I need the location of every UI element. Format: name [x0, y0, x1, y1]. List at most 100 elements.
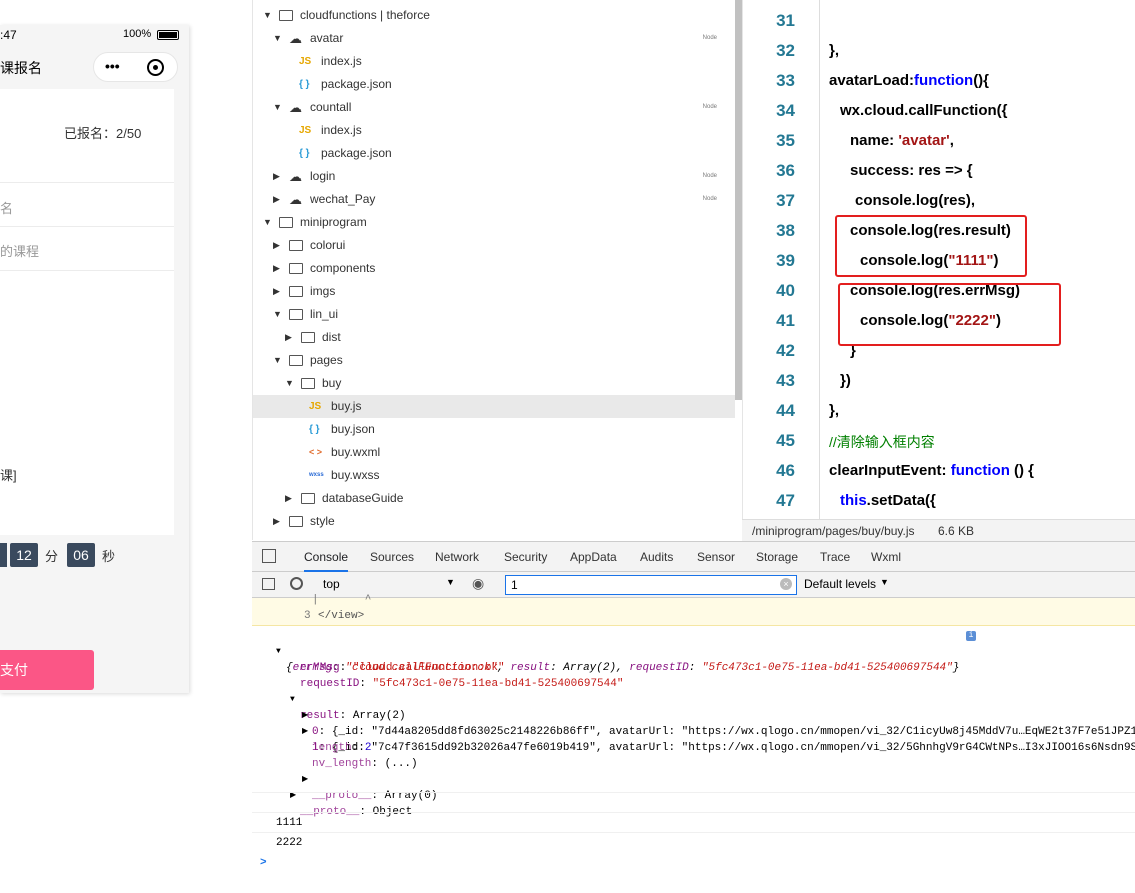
capsule-menu[interactable]: •••: [93, 52, 178, 82]
code-line: }): [840, 372, 851, 389]
tree-item[interactable]: ▼ buy: [253, 372, 735, 395]
chevron-down-icon[interactable]: ▼: [273, 349, 282, 372]
eye-icon[interactable]: ◉: [472, 575, 484, 592]
chevron-down-icon[interactable]: ▼: [273, 96, 282, 119]
js-file-icon: JS: [309, 401, 322, 412]
tree-item[interactable]: wxss buy.wxss: [253, 464, 735, 487]
line-number: 37: [776, 191, 795, 210]
chevron-down-icon[interactable]: ▼: [263, 211, 272, 234]
chevron-down-icon[interactable]: ▼: [273, 27, 282, 50]
chevron-down-icon[interactable]: ▼: [273, 303, 282, 326]
tab-appdata[interactable]: AppData: [570, 542, 617, 572]
clear-filter-icon[interactable]: ×: [780, 578, 792, 590]
tree-item-label: package.json: [321, 77, 392, 91]
cloud-folder-icon: ☁: [289, 31, 302, 46]
divider: [0, 182, 174, 183]
editor-status-bar: /miniprogram/pages/buy/buy.js 6.6 KB: [742, 519, 1135, 541]
tab-audits[interactable]: Audits: [640, 542, 673, 572]
chevron-right-icon[interactable]: ▶: [273, 280, 280, 303]
tree-item-label: components: [310, 261, 376, 275]
tree-item[interactable]: ▶ databaseGuide: [253, 487, 735, 510]
chevron-down-icon[interactable]: ▼: [446, 577, 455, 587]
tree-item[interactable]: JS index.js: [253, 50, 735, 73]
line-number: 40: [776, 281, 795, 300]
tree-item[interactable]: JS buy.js: [253, 395, 735, 418]
context-select[interactable]: top: [323, 577, 340, 591]
devtools-tabbar: Console Sources Network Security AppData Audi…: [252, 542, 1135, 572]
console-prompt[interactable]: >: [252, 832, 1135, 869]
indent-guide: [819, 0, 820, 519]
console-log-line: 1111: [252, 792, 1135, 829]
close-target-icon[interactable]: [147, 59, 164, 76]
tree-item[interactable]: { } package.json: [253, 142, 735, 165]
tree-item[interactable]: ▶ components: [253, 257, 735, 280]
chevron-down-icon[interactable]: ▼: [880, 577, 889, 587]
tree-item-label: wechat_Pay: [310, 192, 376, 206]
code-editor[interactable]: 31 32 33 34 35 36 37 38 39 40 41 42 43 44 45 46 47 }, av…: [742, 0, 1135, 519]
tab-storage[interactable]: Storage: [756, 542, 798, 572]
console-warning: | ^ 3 </view>: [252, 594, 1135, 626]
line-number: 38: [776, 221, 795, 240]
tree-item[interactable]: ▶ dist: [253, 326, 735, 349]
tree-item-label: databaseGuide: [322, 491, 404, 505]
code-line: },: [829, 42, 840, 59]
json-file-icon: { }: [309, 424, 320, 435]
tree-item[interactable]: ▶ imgs: [253, 280, 735, 303]
log-levels-select[interactable]: Default levels: [804, 577, 876, 591]
tree-item[interactable]: ▶ ☁ login Node: [253, 165, 735, 188]
countdown-hour-box: [0, 543, 7, 567]
tree-item[interactable]: { } package.json: [253, 73, 735, 96]
tab-console[interactable]: Console: [304, 542, 349, 572]
sidebar-toggle-icon[interactable]: [262, 578, 275, 590]
tree-item[interactable]: ▼ pages: [253, 349, 735, 372]
node-badge: Node: [702, 104, 717, 110]
clear-console-icon[interactable]: [290, 577, 303, 590]
tab-sensor[interactable]: Sensor: [697, 542, 735, 572]
tree-item-label: cloudfunctions | theforce: [300, 8, 430, 22]
cloud-folder-icon: ☁: [289, 169, 302, 184]
tab-security[interactable]: Security: [504, 542, 547, 572]
tab-sources[interactable]: Sources: [370, 542, 414, 572]
tree-item[interactable]: ▼ cloudfunctions | theforce: [253, 4, 735, 27]
explorer-scrollbar[interactable]: [735, 0, 742, 400]
tree-item[interactable]: ▶ ☁ wechat_Pay Node: [253, 188, 735, 211]
chevron-right-icon[interactable]: ▶: [273, 257, 280, 280]
tree-item-label: lin_ui: [310, 307, 339, 321]
tree-item[interactable]: < > buy.wxml: [253, 441, 735, 464]
tab-trace[interactable]: Trace: [820, 542, 850, 572]
line-number: 44: [776, 401, 795, 420]
tree-item[interactable]: ▼ ☁ avatar Node: [253, 27, 735, 50]
tree-item[interactable]: { } buy.json: [253, 418, 735, 441]
console-filter-input[interactable]: 1: [505, 575, 797, 595]
tree-item-label: buy: [322, 376, 342, 390]
status-bar: :47 100%: [0, 25, 189, 45]
chevron-right-icon[interactable]: ▶: [273, 188, 280, 211]
chevron-down-icon[interactable]: ▼: [263, 4, 272, 27]
chevron-right-icon[interactable]: ▶: [273, 165, 280, 188]
inspect-element-icon[interactable]: [262, 549, 276, 563]
tree-item[interactable]: ▼ lin_ui: [253, 303, 735, 326]
line-number: 39: [776, 251, 795, 270]
folder-icon: [289, 286, 303, 297]
json-file-icon: { }: [299, 79, 310, 90]
tree-item[interactable]: ▼ ☁ countall Node: [253, 96, 735, 119]
tree-item[interactable]: ▼ miniprogram: [253, 211, 735, 234]
chevron-right-icon[interactable]: ▶: [273, 510, 280, 533]
chevron-right-icon[interactable]: ▶: [285, 487, 292, 510]
pay-button[interactable]: 支付: [0, 650, 94, 690]
chevron-right-icon[interactable]: ▶: [273, 234, 280, 257]
folder-icon: [301, 378, 315, 389]
more-menu-icon[interactable]: •••: [105, 58, 120, 74]
tree-item-label: buy.wxml: [331, 445, 381, 459]
tree-item[interactable]: JS index.js: [253, 119, 735, 142]
chevron-down-icon[interactable]: ▼: [285, 372, 294, 395]
tree-item[interactable]: ▶ colorui: [253, 234, 735, 257]
chevron-right-icon[interactable]: ▶: [285, 326, 292, 349]
line-number: 32: [776, 41, 795, 60]
tab-network[interactable]: Network: [435, 542, 479, 572]
tab-wxml[interactable]: Wxml: [871, 542, 901, 572]
console-output: | ^ 3 </view> ▼ {errMsg: "cloud.callFunc…: [252, 594, 1135, 869]
line-number: 46: [776, 461, 795, 480]
tree-item[interactable]: ▶ style: [253, 510, 735, 533]
status-time: :47: [0, 28, 17, 42]
